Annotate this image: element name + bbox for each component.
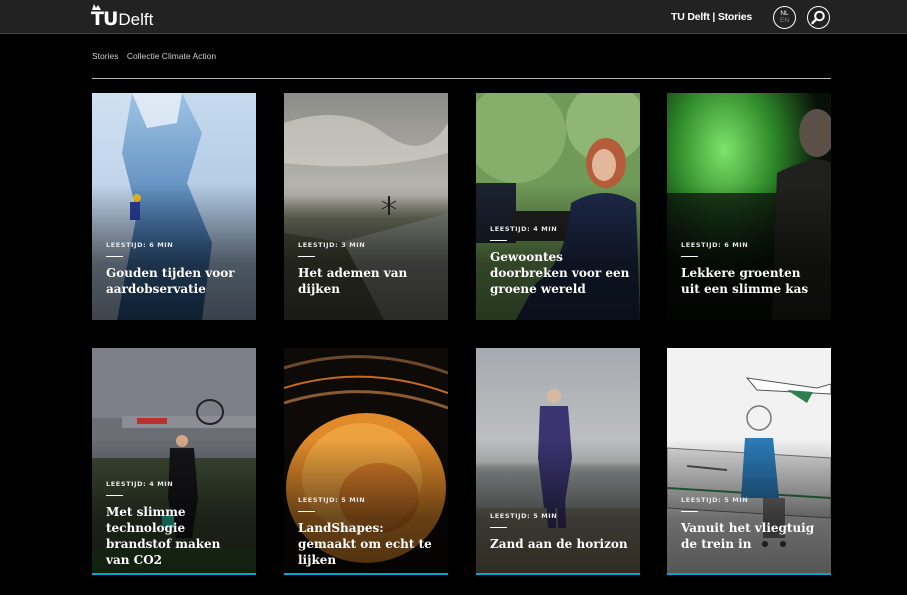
story-card[interactable]: LEESTIJD: 5 MIN Zand aan de horizon (476, 348, 640, 575)
logo-delft-text: Delft (118, 10, 154, 29)
lang-active: NL (780, 10, 789, 17)
card-title: Gewoontes doorbreken voor een groene wer… (490, 250, 630, 296)
lang-other: EN (779, 17, 790, 24)
card-title: Met slimme technologie brandstof maken v… (106, 505, 221, 567)
card-rule (298, 511, 315, 512)
card-accent-line (92, 573, 256, 575)
language-switch[interactable]: NL EN (773, 6, 796, 29)
site-name-link[interactable]: TU Delft | Stories (671, 11, 752, 23)
search-button[interactable] (807, 6, 830, 29)
card-title: Lekkere groenten uit een slimme kas (681, 266, 809, 296)
card-rule (106, 495, 123, 496)
story-card[interactable]: LEESTIJD: 4 MIN Gewoontes doorbreken voo… (476, 93, 640, 320)
card-accent-line (284, 573, 448, 575)
flame-icon (92, 4, 101, 10)
card-accent-line (667, 573, 831, 575)
breadcrumb-stories[interactable]: Stories (92, 51, 118, 61)
reading-time: LEESTIJD: 5 MIN (681, 496, 749, 504)
search-icon (811, 10, 825, 25)
story-card[interactable]: LEESTIJD: 6 MIN Gouden tijden voor aardo… (92, 93, 256, 320)
logo-tu-text: TU (91, 4, 118, 29)
story-card[interactable]: LEESTIJD: 4 MIN Met slimme technologie b… (92, 348, 256, 575)
story-card[interactable]: LEESTIJD: 5 MIN Vanuit het vliegtuig de … (667, 348, 831, 575)
reading-time: LEESTIJD: 3 MIN (298, 241, 366, 249)
card-rule (298, 256, 315, 257)
reading-time: LEESTIJD: 6 MIN (681, 241, 749, 249)
card-title: Zand aan de horizon (490, 537, 628, 551)
card-rule (681, 256, 698, 257)
story-card[interactable]: LEESTIJD: 5 MIN LandShapes: gemaakt om e… (284, 348, 448, 575)
breadcrumb: Stories Collectie Climate Action (92, 51, 222, 61)
breadcrumb-collection[interactable]: Collectie Climate Action (127, 51, 216, 61)
reading-time: LEESTIJD: 5 MIN (298, 496, 366, 504)
card-accent-line (476, 573, 640, 575)
reading-time: LEESTIJD: 4 MIN (490, 225, 558, 233)
card-title: LandShapes: gemaakt om echt te lijken (298, 521, 432, 567)
divider (92, 78, 831, 79)
card-rule (681, 511, 698, 512)
card-title: Het ademen van dijken (298, 266, 408, 296)
story-card[interactable]: LEESTIJD: 6 MIN Lekkere groenten uit een… (667, 93, 831, 320)
story-card[interactable]: LEESTIJD: 3 MIN Het ademen van dijken (284, 93, 448, 320)
card-title: Vanuit het vliegtuig de trein in (681, 521, 815, 551)
tu-delft-logo[interactable]: TU Delft (91, 4, 154, 29)
card-rule (490, 527, 507, 528)
card-rule (490, 240, 507, 241)
top-bar: TU Delft TU Delft | Stories NL EN (0, 0, 907, 34)
reading-time: LEESTIJD: 5 MIN (490, 512, 558, 520)
card-title: Gouden tijden voor aardobservatie (106, 266, 235, 296)
reading-time: LEESTIJD: 4 MIN (106, 480, 174, 488)
card-rule (106, 256, 123, 257)
reading-time: LEESTIJD: 6 MIN (106, 241, 174, 249)
